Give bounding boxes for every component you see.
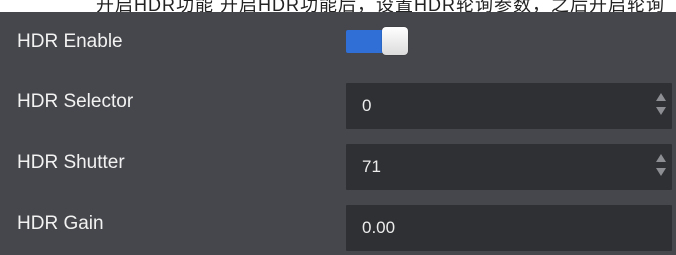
hdr-enable-toggle[interactable] xyxy=(346,27,408,55)
hdr-shutter-row: HDR Shutter 71 xyxy=(0,133,676,193)
hdr-shutter-spinner xyxy=(656,154,666,182)
hdr-gain-input[interactable]: 0.00 xyxy=(346,205,672,251)
hdr-shutter-value: 71 xyxy=(362,157,381,176)
cropped-header-text: 开启HDR功能 开启HDR功能后，设置HDR轮询参数，之后开启轮询 xyxy=(96,0,665,12)
hdr-selector-input[interactable]: 0 xyxy=(346,83,672,129)
hdr-settings-panel: HDR Enable HDR Selector 0 HDR Shutter 71… xyxy=(0,12,676,255)
hdr-selector-row: HDR Selector 0 xyxy=(0,72,676,132)
toggle-knob xyxy=(382,27,408,55)
hdr-selector-spinner xyxy=(656,93,666,121)
hdr-selector-label: HDR Selector xyxy=(17,91,134,112)
hdr-selector-value: 0 xyxy=(362,96,372,115)
hdr-gain-value: 0.00 xyxy=(362,218,396,237)
hdr-enable-row: HDR Enable xyxy=(0,12,676,72)
hdr-enable-label: HDR Enable xyxy=(17,31,123,52)
spin-down-arrow-icon[interactable] xyxy=(656,168,666,176)
cropped-header: 开启HDR功能 开启HDR功能后，设置HDR轮询参数，之后开启轮询 xyxy=(0,0,676,12)
spin-up-arrow-icon[interactable] xyxy=(656,154,666,162)
toggle-track xyxy=(346,30,386,53)
hdr-shutter-input[interactable]: 71 xyxy=(346,144,672,190)
hdr-gain-label: HDR Gain xyxy=(17,213,104,234)
hdr-gain-row: HDR Gain 0.00 xyxy=(0,194,676,254)
hdr-shutter-label: HDR Shutter xyxy=(17,152,125,173)
spin-up-arrow-icon[interactable] xyxy=(656,93,666,101)
spin-down-arrow-icon[interactable] xyxy=(656,107,666,115)
